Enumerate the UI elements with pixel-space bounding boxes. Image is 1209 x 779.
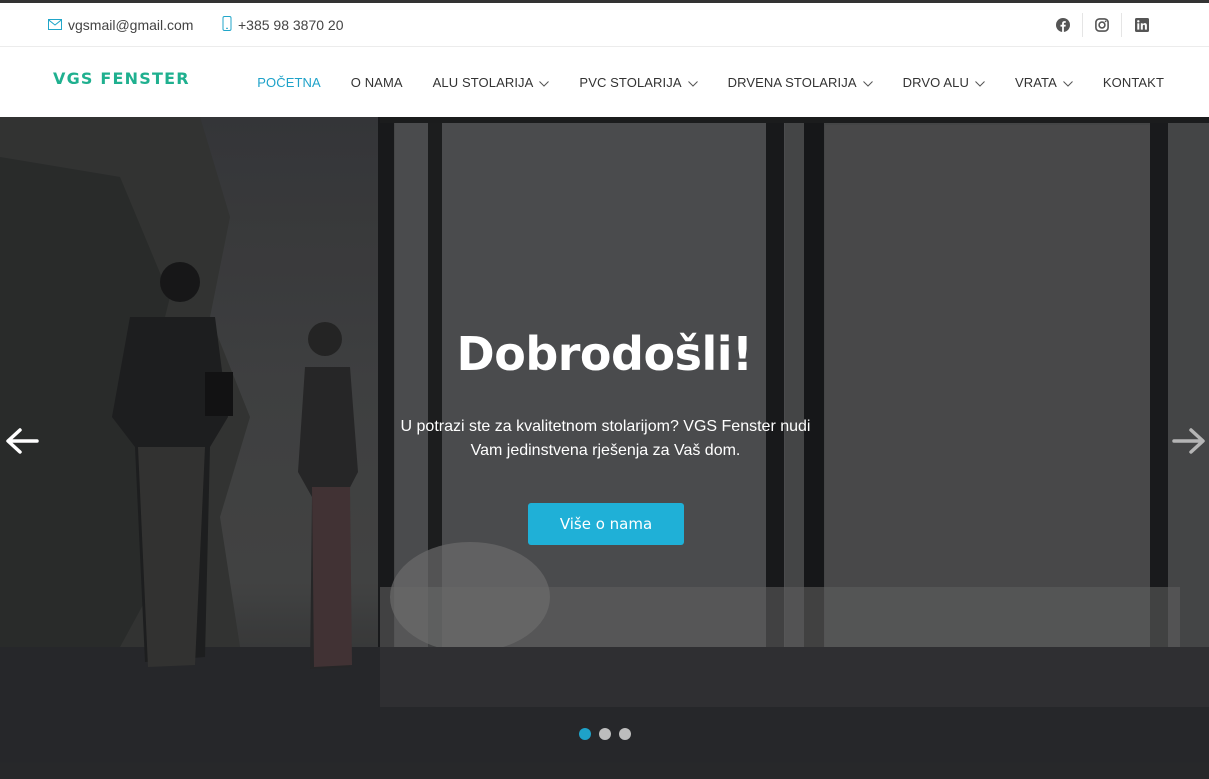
chevron-down-icon bbox=[539, 75, 550, 90]
nav-item-label: ALU STOLARIJA bbox=[432, 75, 534, 90]
more-about-us-button[interactable]: Više o nama bbox=[528, 503, 684, 545]
nav-item-label: DRVENA STOLARIJA bbox=[727, 75, 857, 90]
hero-title: Dobrodošli! bbox=[456, 327, 753, 381]
hero-subtitle-line: U potrazi ste za kvalitetnom stolarijom?… bbox=[400, 418, 811, 435]
arrow-left-icon bbox=[6, 428, 39, 454]
nav-item-alu-stolarija[interactable]: ALU STOLARIJA bbox=[433, 75, 550, 90]
hero-slider: Dobrodošli! U potrazi ste za kvalitetnom… bbox=[0, 117, 1209, 779]
hero-subtitle: U potrazi ste za kvalitetnom stolarijom?… bbox=[384, 415, 827, 463]
site-logo[interactable]: VGS FENSTER bbox=[53, 69, 190, 88]
main-navbar: VGS FENSTER POČETNA O NAMA ALU STOLARIJA… bbox=[0, 48, 1209, 117]
slider-dot-2[interactable] bbox=[599, 728, 611, 740]
nav-item-label: PVC STOLARIJA bbox=[579, 75, 682, 90]
mail-icon bbox=[48, 17, 62, 33]
slider-dot-3[interactable] bbox=[619, 728, 631, 740]
chevron-down-icon bbox=[862, 75, 873, 90]
chevron-down-icon bbox=[1063, 75, 1073, 90]
topbar: vgsmail@gmail.com +385 98 3870 20 bbox=[0, 3, 1209, 47]
nav-item-vrata[interactable]: VRATA bbox=[1015, 75, 1073, 90]
linkedin-icon[interactable] bbox=[1122, 13, 1161, 37]
nav-item-label: O NAMA bbox=[350, 75, 403, 90]
slider-pagination bbox=[579, 728, 639, 740]
chevron-down-icon bbox=[687, 75, 698, 90]
nav-item-label: KONTAKT bbox=[1102, 75, 1164, 90]
nav-item-label: DRVO ALU bbox=[902, 75, 969, 90]
facebook-icon[interactable] bbox=[1044, 13, 1083, 37]
nav-item-label: VRATA bbox=[1014, 75, 1057, 90]
phone-text: +385 98 3870 20 bbox=[238, 17, 344, 33]
phone-icon bbox=[222, 16, 232, 34]
nav-item-o-nama[interactable]: O NAMA bbox=[351, 75, 403, 90]
email-text: vgsmail@gmail.com bbox=[68, 17, 194, 33]
social-links bbox=[1044, 3, 1161, 47]
nav-item-pocetna[interactable]: POČETNA bbox=[257, 75, 321, 90]
nav-item-label: POČETNA bbox=[257, 75, 321, 90]
nav-item-drvena-stolarija[interactable]: DRVENA STOLARIJA bbox=[728, 75, 873, 90]
slider-prev-arrow[interactable] bbox=[2, 423, 42, 459]
slider-dot-1[interactable] bbox=[579, 728, 591, 740]
main-menu: POČETNA O NAMA ALU STOLARIJA PVC STOLARI… bbox=[227, 48, 1164, 117]
instagram-icon[interactable] bbox=[1083, 13, 1122, 37]
contact-email[interactable]: vgsmail@gmail.com bbox=[48, 3, 193, 47]
chevron-down-icon bbox=[975, 75, 985, 90]
hero-subtitle-line: Vam jedinstvena rješenja za Vaš dom. bbox=[470, 442, 741, 459]
slider-next-arrow[interactable] bbox=[1169, 423, 1209, 459]
contact-phone[interactable]: +385 98 3870 20 bbox=[222, 3, 344, 47]
nav-item-kontakt[interactable]: KONTAKT bbox=[1103, 75, 1164, 90]
arrow-right-icon bbox=[1172, 428, 1205, 454]
nav-item-pvc-stolarija[interactable]: PVC STOLARIJA bbox=[579, 75, 698, 90]
nav-item-drvo-alu[interactable]: DRVO ALU bbox=[903, 75, 985, 90]
